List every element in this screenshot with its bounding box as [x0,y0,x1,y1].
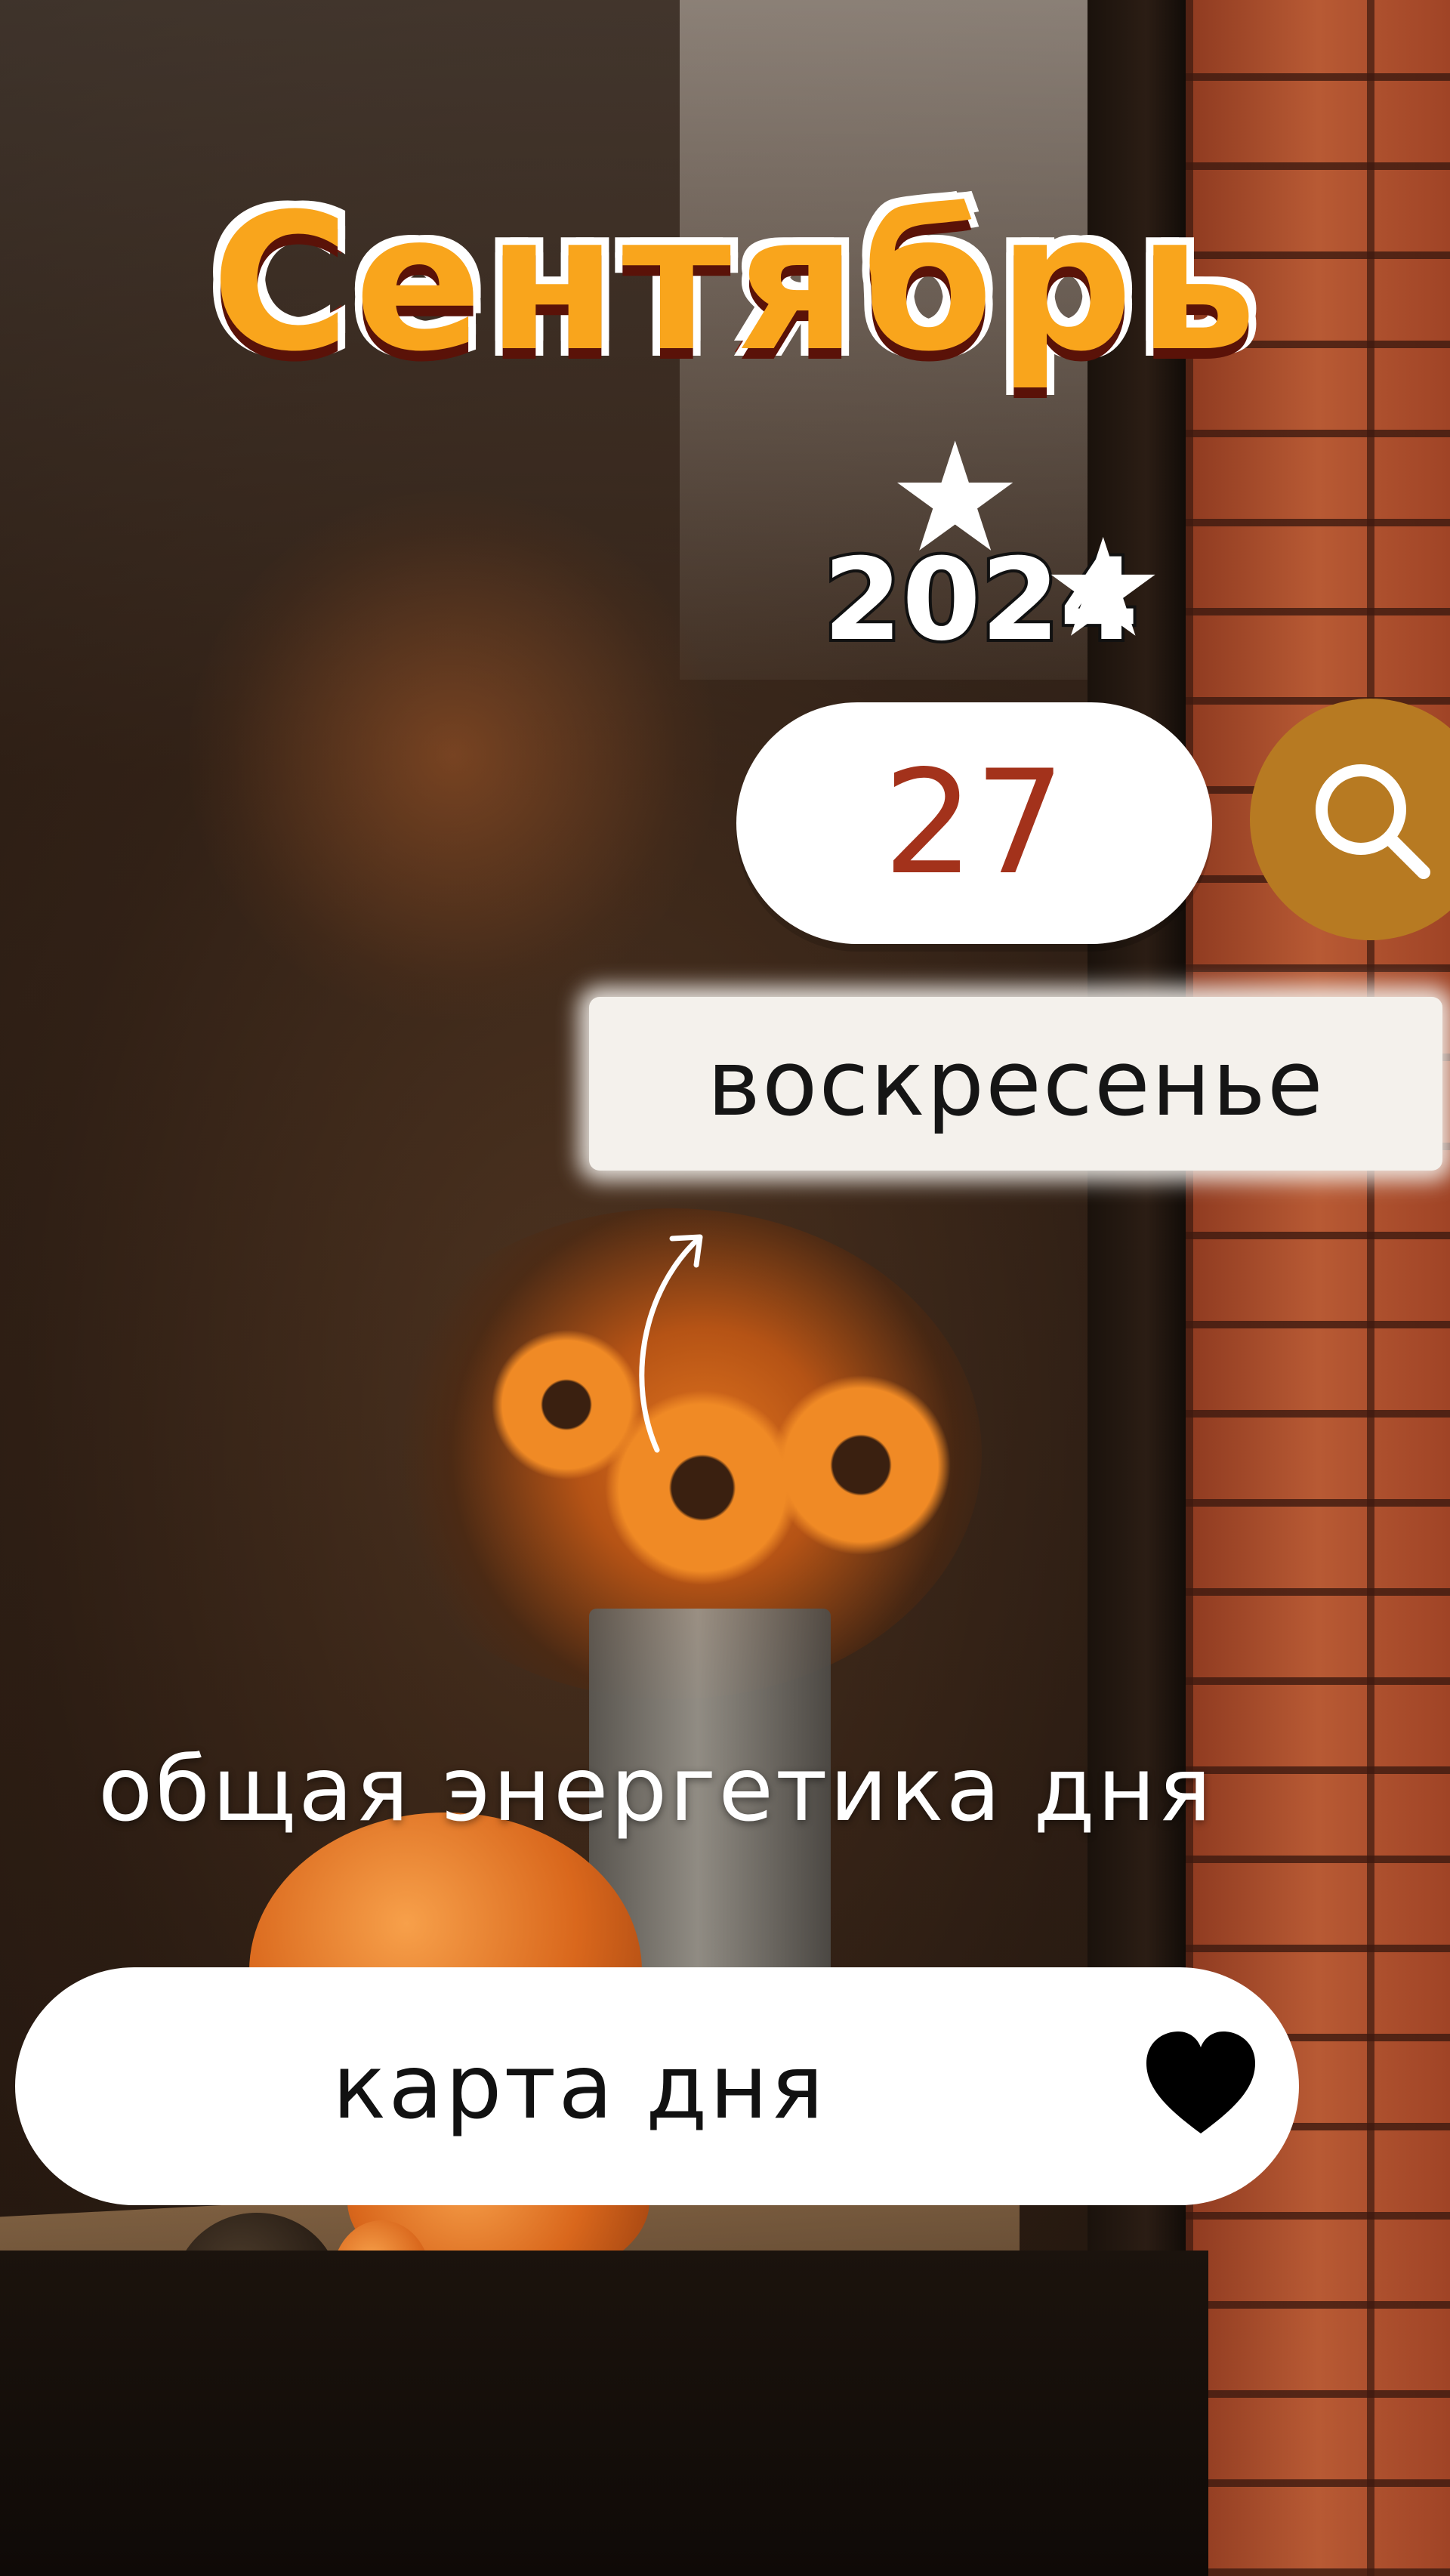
date-pill: 27 [736,702,1212,944]
heart-icon[interactable] [1144,2029,1257,2143]
star-icon: ★ [1042,510,1165,668]
sunflower [770,1374,952,1556]
day-energy-heading: общая энергетика дня [98,1737,1214,1841]
window-sill [0,2251,1208,2576]
weekday-banner: воскресенье [589,997,1442,1171]
search-icon [1316,764,1430,879]
sunflower [491,1329,642,1480]
card-of-day-label: карта дня [332,2034,826,2139]
month-title: Сентябрь [208,173,1262,393]
card-of-day-button[interactable]: карта дня [15,1967,1299,2205]
curved-arrow-icon [639,1234,703,1453]
autumn-leaves [189,491,717,1020]
day-number: 27 [883,739,1066,906]
weekday-label: воскресенье [707,1031,1325,1137]
